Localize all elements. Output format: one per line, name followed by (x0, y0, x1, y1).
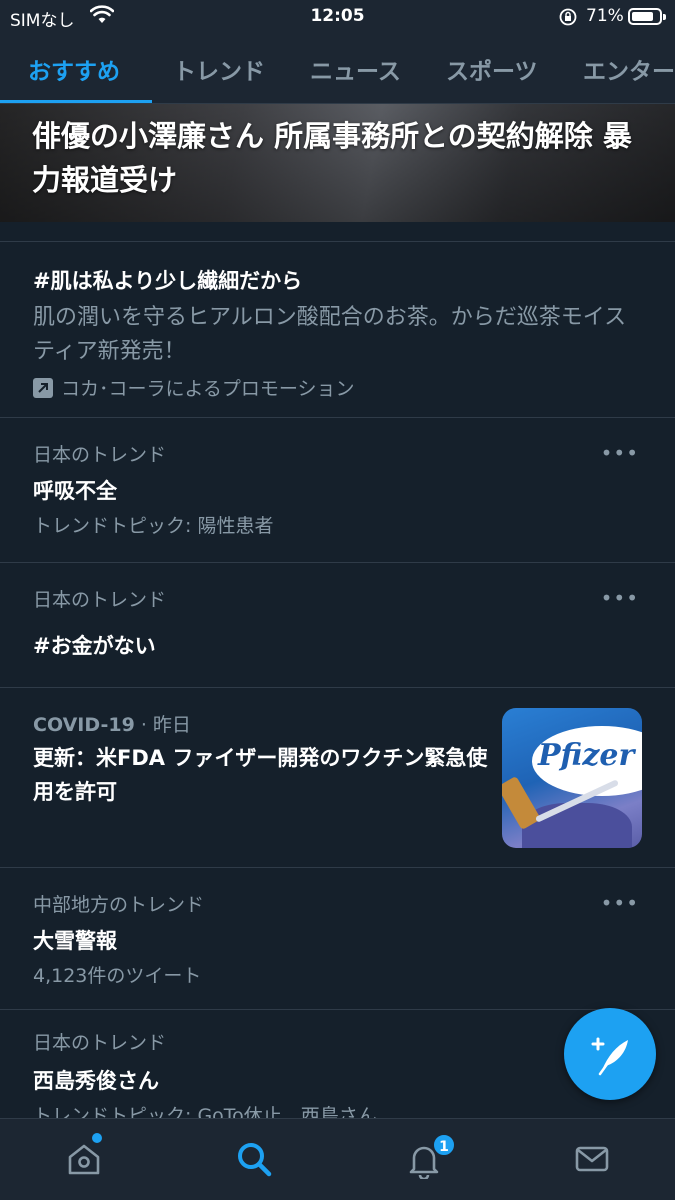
news-item[interactable]: COVID-19 · 昨日 更新：米FDA ファイザー開発のワクチン緊急使用を許… (0, 688, 675, 868)
promoted-description: 肌の潤いを守るヒアルロン酸配合のお茶。からだ巡茶モイスティア新発売！ (33, 305, 627, 364)
tab-news[interactable]: ニュース (310, 52, 401, 86)
nav-home[interactable] (62, 1137, 106, 1181)
tab-sports[interactable]: スポーツ (446, 52, 538, 86)
hero-news-card[interactable]: 俳優の小澤廉さん 所属事務所との契約解除 暴力報道受け (0, 104, 675, 222)
notifications-badge: 1 (432, 1133, 456, 1157)
tab-trends[interactable]: トレンド (173, 52, 265, 86)
divider (0, 222, 675, 242)
trend-context: 日本のトレンド (33, 1032, 167, 1054)
trend-context: 日本のトレンド (33, 444, 167, 466)
trend-subtitle: トレンドトピック: GoTo休止、西島さん (33, 1105, 377, 1118)
status-bar: SIMなし 12:05 71% (0, 0, 675, 34)
trend-item[interactable]: 中部地方のトレンド ••• 大雪警報 4,123件のツイート (0, 868, 675, 1010)
news-title: 更新：米FDA ファイザー開発のワクチン緊急使用を許可 (33, 746, 488, 804)
promoted-by-text: コカ･コーラによるプロモーション (61, 378, 355, 400)
battery-icon (628, 8, 666, 25)
search-icon (238, 1143, 272, 1177)
more-options-icon[interactable]: ••• (601, 443, 639, 463)
nav-explore[interactable] (232, 1137, 276, 1181)
promoted-title: #肌は私より少し繊細だから (33, 269, 303, 293)
promoted-arrow-icon (33, 378, 53, 398)
home-icon (68, 1144, 100, 1175)
news-thumbnail[interactable]: Pfizer (502, 708, 642, 848)
trend-context: 中部地方のトレンド (33, 894, 205, 916)
mail-icon (575, 1146, 609, 1172)
orientation-lock-icon (558, 7, 578, 31)
trend-context: 日本のトレンド (33, 589, 167, 611)
nav-messages[interactable] (570, 1137, 614, 1181)
more-options-icon[interactable]: ••• (601, 588, 639, 608)
compose-feather-icon (591, 1037, 628, 1076)
news-time: · 昨日 (134, 714, 191, 736)
battery-percent: 71% (586, 6, 624, 26)
home-new-dot (92, 1133, 102, 1143)
news-category: COVID-19 (33, 714, 135, 736)
news-meta: COVID-19 · 昨日 (33, 710, 191, 737)
hero-title: 俳優の小澤廉さん 所属事務所との契約解除 暴力報道受け (32, 119, 632, 197)
trend-title: 大雪警報 (33, 929, 117, 953)
bottom-navigation: 1 (0, 1118, 675, 1200)
trend-item[interactable]: 日本のトレンド ••• 呼吸不全 トレンドトピック: 陽性患者 (0, 418, 675, 563)
pfizer-logo: Pfizer (538, 738, 635, 773)
trend-title: #お金がない (33, 634, 156, 658)
compose-tweet-button[interactable] (564, 1008, 656, 1100)
tab-recommended[interactable]: おすすめ (28, 52, 120, 86)
trend-title: 呼吸不全 (33, 479, 117, 503)
explore-tabs: おすすめ トレンド ニュース スポーツ エンター (0, 34, 675, 104)
trend-subtitle: 4,123件のツイート (33, 965, 202, 987)
tab-entertainment[interactable]: エンター (583, 52, 675, 86)
trend-title: 西島秀俊さん (33, 1069, 159, 1093)
trend-subtitle: トレンドトピック: 陽性患者 (33, 515, 274, 537)
promoted-trend[interactable]: #肌は私より少し繊細だから 肌の潤いを守るヒアルロン酸配合のお茶。からだ巡茶モイ… (0, 243, 675, 418)
trend-item[interactable]: 日本のトレンド ••• #お金がない (0, 563, 675, 688)
promoted-label: コカ･コーラによるプロモーション (33, 374, 355, 401)
more-options-icon[interactable]: ••• (601, 893, 639, 913)
